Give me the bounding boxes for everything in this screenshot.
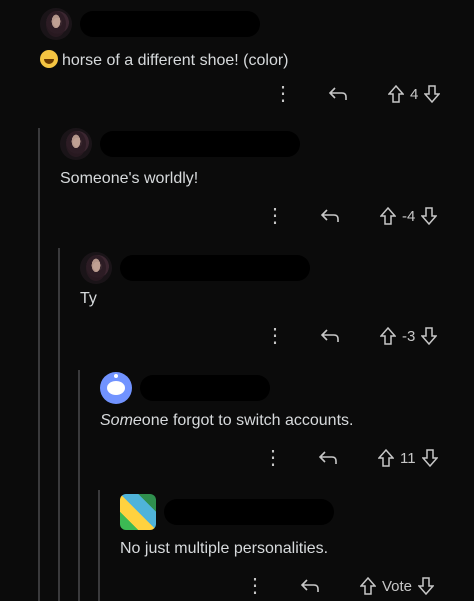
upvote-icon[interactable]	[380, 207, 396, 225]
comment-body: No just multiple personalities.	[120, 540, 329, 557]
redacted-username	[140, 375, 270, 401]
vote-score: -4	[402, 207, 416, 225]
redacted-username	[100, 131, 300, 157]
more-options-icon[interactable]: ⋮	[264, 326, 285, 346]
upvote-icon[interactable]	[388, 85, 404, 103]
reply-icon[interactable]	[320, 208, 340, 224]
downvote-icon[interactable]	[421, 327, 438, 345]
comment-header	[60, 128, 300, 160]
downvote-icon[interactable]	[418, 577, 435, 595]
comment-actions: ⋮ 11	[262, 448, 438, 468]
redacted-username	[120, 255, 310, 281]
thread-line-1[interactable]	[38, 128, 40, 601]
comment-header	[80, 252, 310, 284]
avatar[interactable]	[80, 252, 112, 284]
comment-body: Ty	[80, 290, 97, 307]
thread-line-3[interactable]	[78, 370, 80, 601]
downvote-icon[interactable]	[421, 449, 438, 467]
reply-icon[interactable]	[300, 578, 320, 594]
thread-line-4[interactable]	[98, 490, 100, 601]
comment-body: Someone forgot to switch accounts.	[100, 412, 354, 429]
comment-body: horse of a different shoe! (color)	[40, 50, 289, 70]
more-options-icon[interactable]: ⋮	[272, 84, 293, 104]
avatar[interactable]	[100, 372, 132, 404]
redacted-username	[80, 11, 260, 37]
downvote-icon[interactable]	[424, 85, 441, 103]
comment-actions: ⋮ -4	[264, 206, 438, 226]
reply-icon[interactable]	[318, 450, 338, 466]
comment-body: Someone's worldly!	[60, 170, 199, 187]
redacted-username	[164, 499, 334, 525]
downvote-icon[interactable]	[421, 207, 438, 225]
comment-header	[100, 372, 270, 404]
vote-label: Vote	[382, 577, 413, 595]
more-options-icon[interactable]: ⋮	[264, 206, 285, 226]
more-options-icon[interactable]: ⋮	[244, 576, 265, 596]
vote-score: 11	[400, 449, 416, 467]
comment-actions: ⋮ -3	[264, 326, 438, 346]
upvote-icon[interactable]	[380, 327, 396, 345]
thread-line-2[interactable]	[58, 248, 60, 601]
avatar[interactable]	[40, 8, 72, 40]
more-options-icon[interactable]: ⋮	[262, 448, 283, 468]
avatar[interactable]	[60, 128, 92, 160]
comment-header	[120, 494, 334, 530]
avatar[interactable]	[120, 494, 156, 530]
reply-icon[interactable]	[328, 86, 348, 102]
comment-actions: ⋮ 4	[272, 84, 441, 104]
upvote-icon[interactable]	[378, 449, 394, 467]
reply-icon[interactable]	[320, 328, 340, 344]
grinning-sweat-emoji	[40, 50, 58, 68]
upvote-icon[interactable]	[360, 577, 376, 595]
vote-score: -3	[402, 327, 416, 345]
comment-actions: ⋮ Vote	[244, 576, 435, 596]
comment-header	[40, 8, 260, 40]
vote-score: 4	[410, 85, 419, 103]
